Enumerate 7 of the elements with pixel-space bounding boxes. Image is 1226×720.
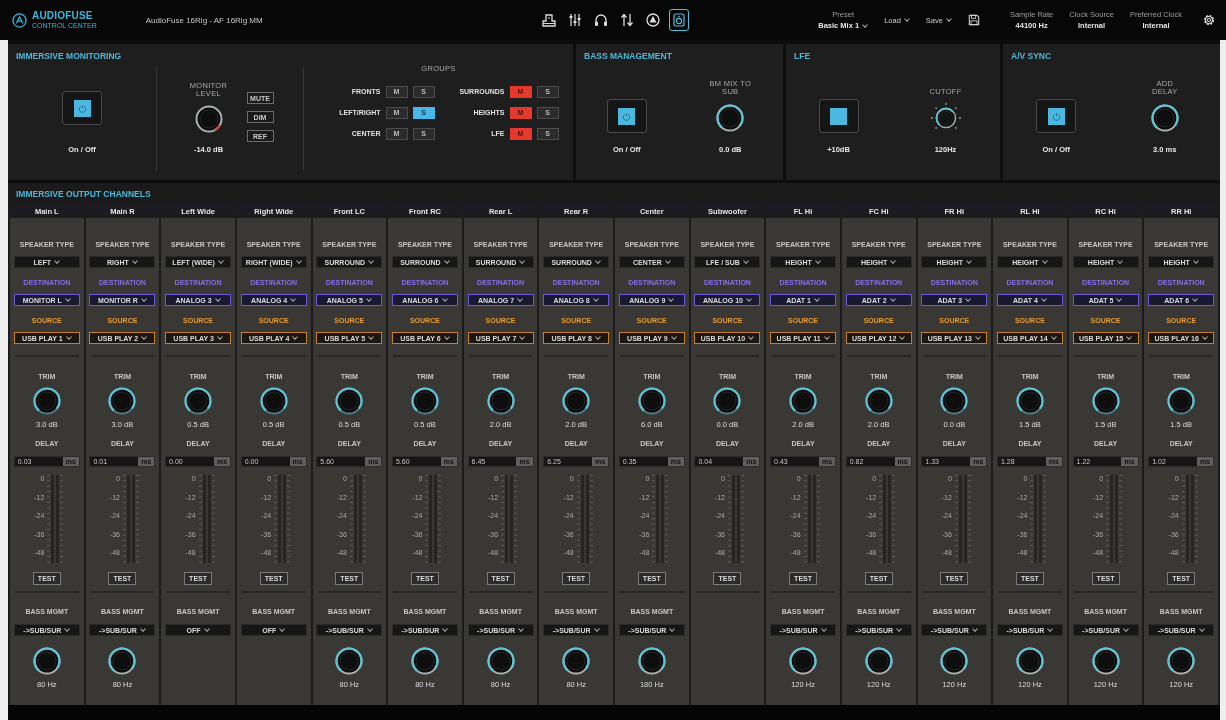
logo-text: AUDIOFUSE: [32, 11, 94, 21]
section-title: IMMERSIVE OUTPUT CHANNELS: [15, 188, 152, 201]
panel-title: IMMERSIVE MONITORING: [15, 50, 123, 61]
panel-title: BASS MANAGEMENT: [583, 50, 673, 61]
device-name: AudioFuse 16Rig - AF 16Rig MM: [145, 15, 263, 25]
panel-title: LFE: [793, 50, 812, 61]
panel-title: A/V SYNC: [1010, 50, 1053, 61]
